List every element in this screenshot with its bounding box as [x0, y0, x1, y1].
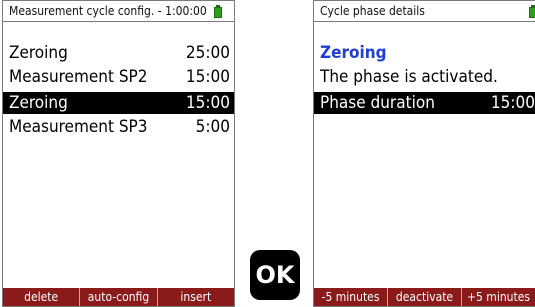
- cycle-config-title: Measurement cycle config. - 1:00:00: [3, 1, 234, 22]
- list-item[interactable]: Measurement SP3 5:00: [3, 116, 234, 138]
- battery-icon: [214, 5, 222, 18]
- softkey-bar: -5 minutes deactivate +5 minutes: [314, 288, 535, 306]
- cycle-config-screen: Measurement cycle config. - 1:00:00 Zero…: [2, 0, 235, 307]
- minus-5-minutes-softkey[interactable]: -5 minutes: [314, 288, 387, 306]
- phase-heading: Zeroing: [320, 43, 387, 63]
- list-item[interactable]: Zeroing 25:00: [3, 42, 234, 64]
- insert-softkey[interactable]: insert: [156, 288, 234, 306]
- plus-5-minutes-softkey[interactable]: +5 minutes: [461, 288, 535, 306]
- duration-value: 15:00: [490, 93, 535, 113]
- ok-button[interactable]: OK: [250, 250, 300, 300]
- battery-icon: [529, 5, 535, 18]
- list-item-selected[interactable]: Zeroing 15:00: [3, 92, 234, 114]
- phase-name: Measurement SP3: [9, 117, 148, 137]
- phase-duration-row[interactable]: Phase duration 15:00: [314, 92, 535, 114]
- phase-status-text: The phase is activated.: [320, 67, 498, 87]
- phase-duration: 15:00: [185, 93, 230, 113]
- phase-name: Measurement SP2: [9, 67, 148, 87]
- duration-label: Phase duration: [320, 93, 435, 113]
- phase-name: Zeroing: [9, 43, 68, 63]
- auto-config-softkey[interactable]: auto-config: [79, 288, 156, 306]
- phase-duration: 15:00: [185, 67, 230, 87]
- phase-details-title: Cycle phase details: [314, 1, 535, 22]
- deactivate-softkey[interactable]: deactivate: [387, 288, 461, 306]
- phase-details-screen: Cycle phase details Zeroing The phase is…: [313, 0, 535, 307]
- softkey-bar: delete auto-config insert: [3, 288, 234, 306]
- phase-duration: 5:00: [195, 117, 230, 137]
- list-item[interactable]: Measurement SP2 15:00: [3, 66, 234, 88]
- delete-softkey[interactable]: delete: [3, 288, 79, 306]
- phase-name: Zeroing: [9, 93, 68, 113]
- phase-duration: 25:00: [185, 43, 230, 63]
